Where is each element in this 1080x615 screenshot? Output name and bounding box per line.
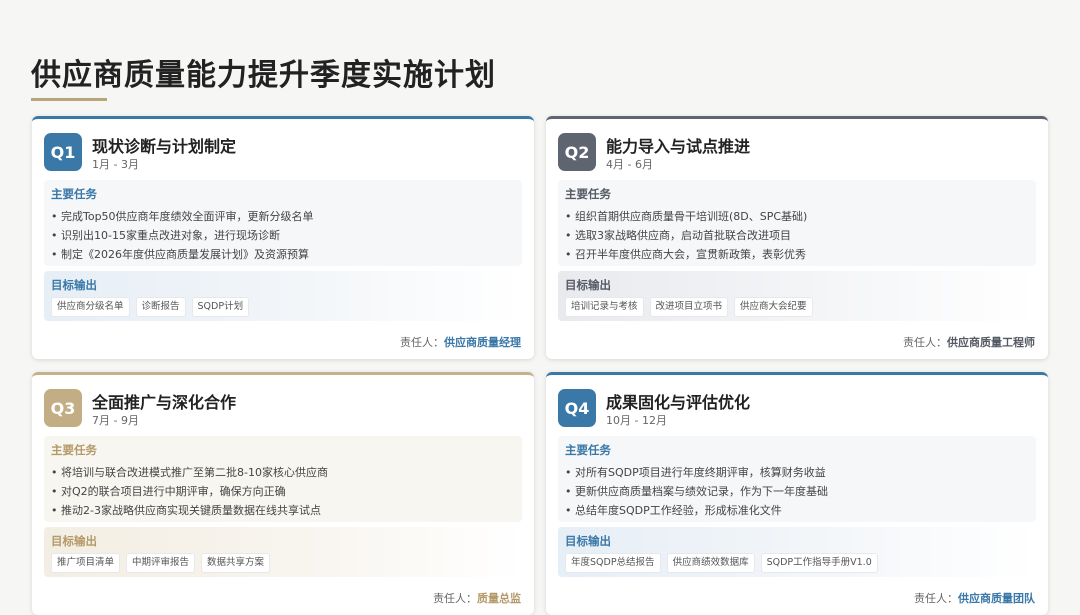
output-tag: 年度SQDP总结报告 [565,553,661,573]
task-item: • 识别出10-15家重点改进对象，进行现场诊断 [51,229,280,242]
month-range: 4月 - 6月 [606,158,653,171]
output-tag: 中期评审报告 [126,553,196,573]
output-tag: SQDP计划 [191,297,250,317]
outputs-label: 目标输出 [565,278,611,292]
output-tags: 供应商分级名单 诊断报告 SQDP计划 [51,297,250,317]
tasks-section: 主要任务 • 将培训与联合改进模式推广至第二批8-10家核心供应商 • 对Q2的… [44,436,522,522]
outputs-label: 目标输出 [51,278,97,292]
stage-title: 现状诊断与计划制定 [92,137,237,156]
outputs-section: 目标输出 年度SQDP总结报告 供应商绩效数据库 SQDP工作指导手册V1.0 [558,527,1036,577]
outputs-label: 目标输出 [51,534,97,548]
owner-label: 责任人： [914,592,958,605]
quarter-badge: Q2 [558,133,596,171]
output-tags: 年度SQDP总结报告 供应商绩效数据库 SQDP工作指导手册V1.0 [565,553,878,573]
quarter-card-q3: Q3 全面推广与深化合作 7月 - 9月 主要任务 • 将培训与联合改进模式推广… [32,372,534,615]
task-item: • 更新供应商质量档案与绩效记录，作为下一年度基础 [565,485,828,498]
outputs-section: 目标输出 推广项目清单 中期评审报告 数据共享方案 [44,527,522,577]
stage-title: 成果固化与评估优化 [606,393,751,412]
title-underline [31,98,107,101]
tasks-label: 主要任务 [51,187,97,201]
stage-title: 能力导入与试点推进 [606,137,751,156]
output-tags: 推广项目清单 中期评审报告 数据共享方案 [51,553,271,573]
task-item: • 总结年度SQDP工作经验，形成标准化文件 [565,504,782,517]
owner-name: 质量总监 [477,592,521,605]
task-item: • 选取3家战略供应商，启动首批联合改进项目 [565,229,791,242]
page-title: 供应商质量能力提升季度实施计划 [31,58,496,93]
output-tag: 供应商绩效数据库 [666,553,755,573]
task-list: • 完成Top50供应商年度绩效全面评审，更新分级名单 • 识别出10-15家重… [51,207,314,264]
owner-name: 供应商质量团队 [958,592,1035,605]
task-item: • 组织首期供应商质量骨干培训班(8D、SPC基础) [565,210,808,223]
quarter-card-q1: Q1 现状诊断与计划制定 1月 - 3月 主要任务 • 完成Top50供应商年度… [32,116,534,359]
owner-line: 责任人：供应商质量经理 [400,334,521,350]
owner-label: 责任人： [433,592,477,605]
tasks-label: 主要任务 [565,187,611,201]
output-tags: 培训记录与考核 改进项目立项书 供应商大会纪要 [565,297,813,317]
tasks-section: 主要任务 • 完成Top50供应商年度绩效全面评审，更新分级名单 • 识别出10… [44,180,522,266]
task-item: • 对Q2的联合项目进行中期评审，确保方向正确 [51,485,286,498]
task-list: • 组织首期供应商质量骨干培训班(8D、SPC基础) • 选取3家战略供应商，启… [565,207,807,264]
owner-line: 责任人：供应商质量团队 [914,590,1035,606]
task-list: • 将培训与联合改进模式推广至第二批8-10家核心供应商 • 对Q2的联合项目进… [51,463,328,520]
quarter-badge: Q3 [44,389,82,427]
output-tag: 供应商大会纪要 [734,297,813,317]
tasks-label: 主要任务 [51,443,97,457]
task-item: • 将培训与联合改进模式推广至第二批8-10家核心供应商 [51,466,328,479]
output-tag: 培训记录与考核 [565,297,644,317]
quarter-card-q4: Q4 成果固化与评估优化 10月 - 12月 主要任务 • 对所有SQDP项目进… [546,372,1048,615]
output-tag: 改进项目立项书 [649,297,729,317]
task-item: • 推动2-3家战略供应商实现关键质量数据在线共享试点 [51,504,321,517]
quarter-badge: Q4 [558,389,596,427]
owner-name: 供应商质量工程师 [947,336,1035,349]
tasks-section: 主要任务 • 对所有SQDP项目进行年度终期评审，核算财务收益 • 更新供应商质… [558,436,1036,522]
task-item: • 制定《2026年度供应商质量发展计划》及资源预算 [51,248,309,261]
task-item: • 完成Top50供应商年度绩效全面评审，更新分级名单 [51,210,314,223]
tasks-section: 主要任务 • 组织首期供应商质量骨干培训班(8D、SPC基础) • 选取3家战略… [558,180,1036,266]
quarter-badge: Q1 [44,133,82,171]
task-item: • 对所有SQDP项目进行年度终期评审，核算财务收益 [565,466,826,479]
output-tag: 诊断报告 [135,297,186,317]
stage-title: 全面推广与深化合作 [92,393,237,412]
owner-line: 责任人：供应商质量工程师 [903,334,1035,350]
month-range: 10月 - 12月 [606,414,667,427]
quarter-card-q2: Q2 能力导入与试点推进 4月 - 6月 主要任务 • 组织首期供应商质量骨干培… [546,116,1048,359]
task-item: • 召开半年度供应商大会，宣贯新政策，表彰优秀 [565,248,806,261]
owner-label: 责任人： [903,336,947,349]
output-tag: SQDP工作指导手册V1.0 [760,553,878,573]
owner-line: 责任人：质量总监 [433,590,521,606]
output-tag: 推广项目清单 [51,553,121,573]
task-list: • 对所有SQDP项目进行年度终期评审，核算财务收益 • 更新供应商质量档案与绩… [565,463,828,520]
output-tag: 供应商分级名单 [51,297,130,317]
owner-label: 责任人： [400,336,444,349]
outputs-section: 目标输出 供应商分级名单 诊断报告 SQDP计划 [44,271,522,321]
month-range: 1月 - 3月 [92,158,139,171]
month-range: 7月 - 9月 [92,414,139,427]
tasks-label: 主要任务 [565,443,611,457]
outputs-label: 目标输出 [565,534,611,548]
owner-name: 供应商质量经理 [444,336,521,349]
outputs-section: 目标输出 培训记录与考核 改进项目立项书 供应商大会纪要 [558,271,1036,321]
output-tag: 数据共享方案 [201,553,271,573]
